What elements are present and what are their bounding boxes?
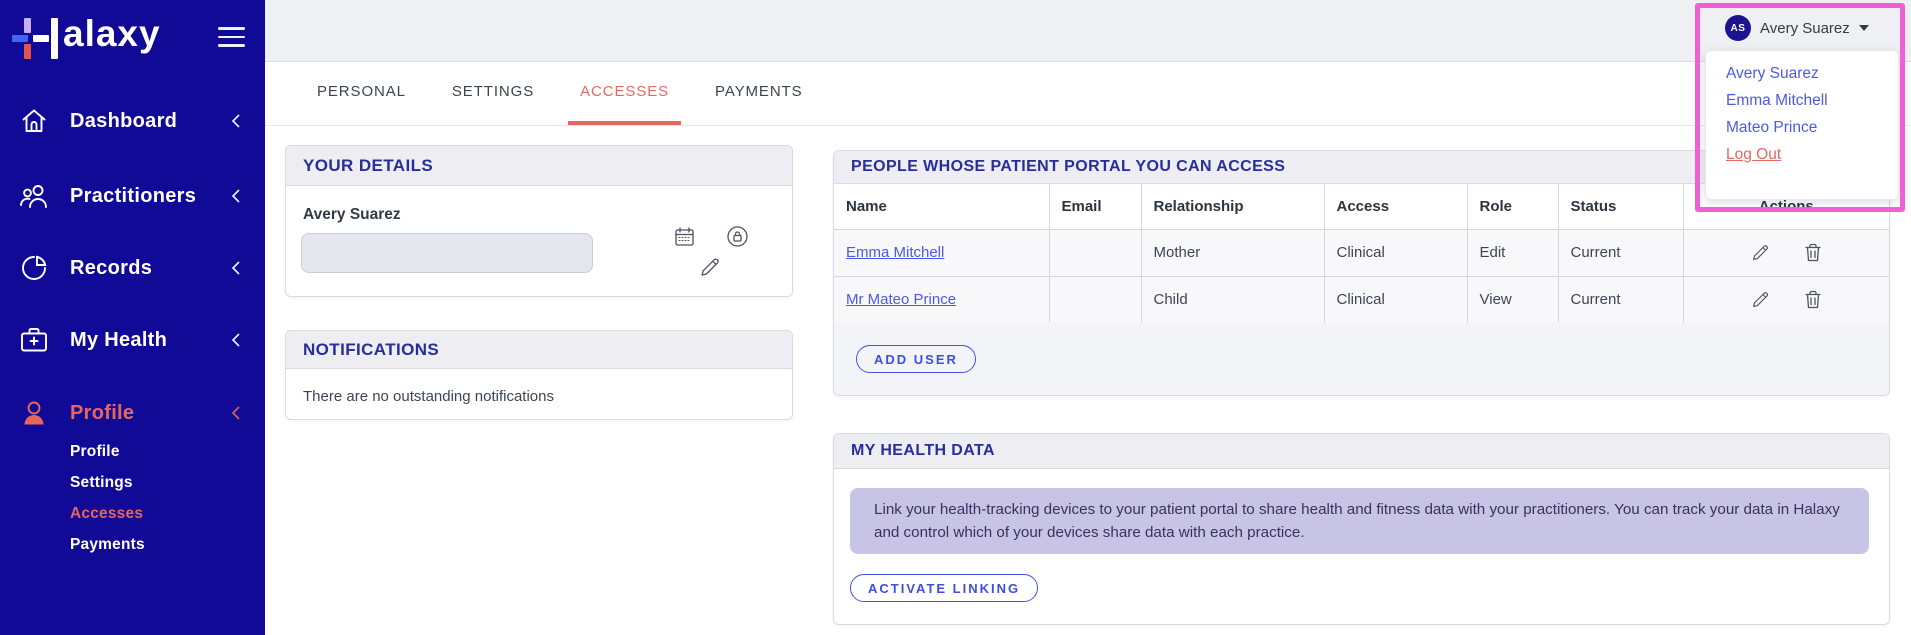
cell-email [1048, 228, 1142, 277]
tab-settings[interactable]: SETTINGS [440, 62, 546, 125]
your-details-title: YOUR DETAILS [286, 146, 792, 186]
tab-payments[interactable]: PAYMENTS [703, 62, 815, 125]
column-header-relationship: Relationship [1140, 184, 1325, 230]
column-header-email: Email [1048, 184, 1142, 230]
edit-pencil-icon[interactable] [699, 256, 721, 278]
cell-role: View [1466, 275, 1559, 324]
chevron-left-icon [231, 405, 241, 421]
avatar: AS [1725, 15, 1751, 41]
delete-trash-icon[interactable] [1804, 243, 1822, 262]
column-header-role: Role [1466, 184, 1559, 230]
sidebar-subitem-settings[interactable]: Settings [70, 474, 133, 498]
sidebar-item-label: Practitioners [70, 184, 197, 207]
sidebar-item-records[interactable]: Records [0, 247, 265, 289]
tab-accesses[interactable]: ACCESSES [568, 62, 682, 125]
table-footer: ADD USER [834, 323, 1889, 395]
patient-link-emma-mitchell[interactable]: Emma Mitchell [846, 244, 944, 261]
cell-access: Clinical [1323, 228, 1468, 277]
tab-personal[interactable]: PERSONAL [305, 62, 418, 125]
halaxy-logo[interactable]: alaxy [12, 8, 161, 60]
sidebar-subitem-accesses[interactable]: Accesses [70, 505, 143, 529]
account-dropdown-menu: Avery Suarez Emma Mitchell Mateo Prince … [1705, 50, 1899, 200]
person-icon [19, 397, 49, 429]
cell-status: Current [1557, 228, 1684, 277]
sidebar-item-profile[interactable]: Profile [0, 392, 265, 434]
cell-role: Edit [1466, 228, 1559, 277]
menu-item-log-out[interactable]: Log Out [1706, 141, 1898, 168]
practitioners-icon [19, 180, 49, 212]
menu-item-mateo-prince[interactable]: Mateo Prince [1706, 114, 1898, 141]
table-row: Mr Mateo Prince Child Clinical View Curr… [834, 275, 1889, 324]
column-header-name: Name [834, 184, 1050, 230]
sidebar-item-label: Dashboard [70, 109, 178, 132]
top-bar [265, 0, 1911, 62]
cell-access: Clinical [1323, 275, 1468, 324]
edit-pencil-icon[interactable] [1751, 290, 1770, 309]
sidebar-subitem-payments[interactable]: Payments [70, 536, 145, 560]
notifications-card: NOTIFICATIONS There are no outstanding n… [285, 330, 793, 420]
sidebar-subitem-profile[interactable]: Profile [70, 443, 120, 467]
table-row: Emma Mitchell Mother Clinical Edit Curre… [834, 228, 1889, 277]
cell-status: Current [1557, 275, 1684, 324]
chevron-left-icon [231, 260, 241, 276]
cell-relationship: Child [1140, 275, 1325, 324]
sidebar: alaxy Dashboard Practitioners Records My… [0, 0, 265, 635]
cell-email [1048, 275, 1142, 324]
sidebar-item-dashboard[interactable]: Dashboard [0, 100, 265, 142]
hamburger-menu-icon[interactable] [218, 27, 245, 47]
column-header-status: Status [1557, 184, 1684, 230]
sidebar-item-label: My Health [70, 328, 168, 351]
edit-pencil-icon[interactable] [1751, 243, 1770, 262]
sidebar-item-label: Profile [70, 401, 135, 424]
chevron-left-icon [231, 188, 241, 204]
notifications-title: NOTIFICATIONS [286, 331, 792, 369]
my-health-data-card: MY HEALTH DATA Link your health-tracking… [833, 433, 1890, 625]
medical-kit-icon [19, 324, 49, 356]
activate-linking-button[interactable]: ACTIVATE LINKING [850, 574, 1039, 602]
calendar-icon[interactable] [674, 226, 695, 247]
chevron-left-icon [231, 113, 241, 129]
details-field[interactable] [301, 233, 593, 273]
sidebar-item-my-health[interactable]: My Health [0, 319, 265, 361]
your-details-card: YOUR DETAILS Avery Suarez [285, 145, 793, 297]
health-data-notice-text: Link your health-tracking devices to you… [874, 501, 1840, 541]
cell-relationship: Mother [1140, 228, 1325, 277]
portal-access-table: Name Email Relationship Access Role Stat… [834, 184, 1889, 324]
sidebar-item-practitioners[interactable]: Practitioners [0, 175, 265, 217]
halaxy-logo-mark-icon [12, 8, 60, 60]
lock-circle-icon[interactable] [726, 225, 749, 248]
home-icon [19, 105, 49, 137]
account-menu-trigger[interactable]: AS Avery Suarez [1725, 10, 1869, 46]
patient-link-mateo-prince[interactable]: Mr Mateo Prince [846, 291, 956, 308]
column-header-access: Access [1323, 184, 1468, 230]
health-data-notice: Link your health-tracking devices to you… [850, 488, 1869, 554]
menu-item-emma-mitchell[interactable]: Emma Mitchell [1706, 87, 1898, 114]
halaxy-logo-text: alaxy [63, 13, 161, 54]
records-pie-icon [19, 252, 49, 284]
profile-tab-bar: PERSONAL SETTINGS ACCESSES PAYMENTS [265, 62, 1911, 126]
sidebar-item-label: Records [70, 256, 153, 279]
menu-item-avery-suarez[interactable]: Avery Suarez [1706, 60, 1898, 87]
my-health-data-title: MY HEALTH DATA [834, 434, 1889, 469]
add-user-button[interactable]: ADD USER [856, 345, 976, 373]
delete-trash-icon[interactable] [1804, 290, 1822, 309]
account-user-name: Avery Suarez [1760, 19, 1850, 37]
chevron-left-icon [231, 332, 241, 348]
user-display-name: Avery Suarez [303, 206, 401, 223]
chevron-down-icon [1858, 25, 1869, 31]
notifications-message: There are no outstanding notifications [303, 388, 554, 405]
